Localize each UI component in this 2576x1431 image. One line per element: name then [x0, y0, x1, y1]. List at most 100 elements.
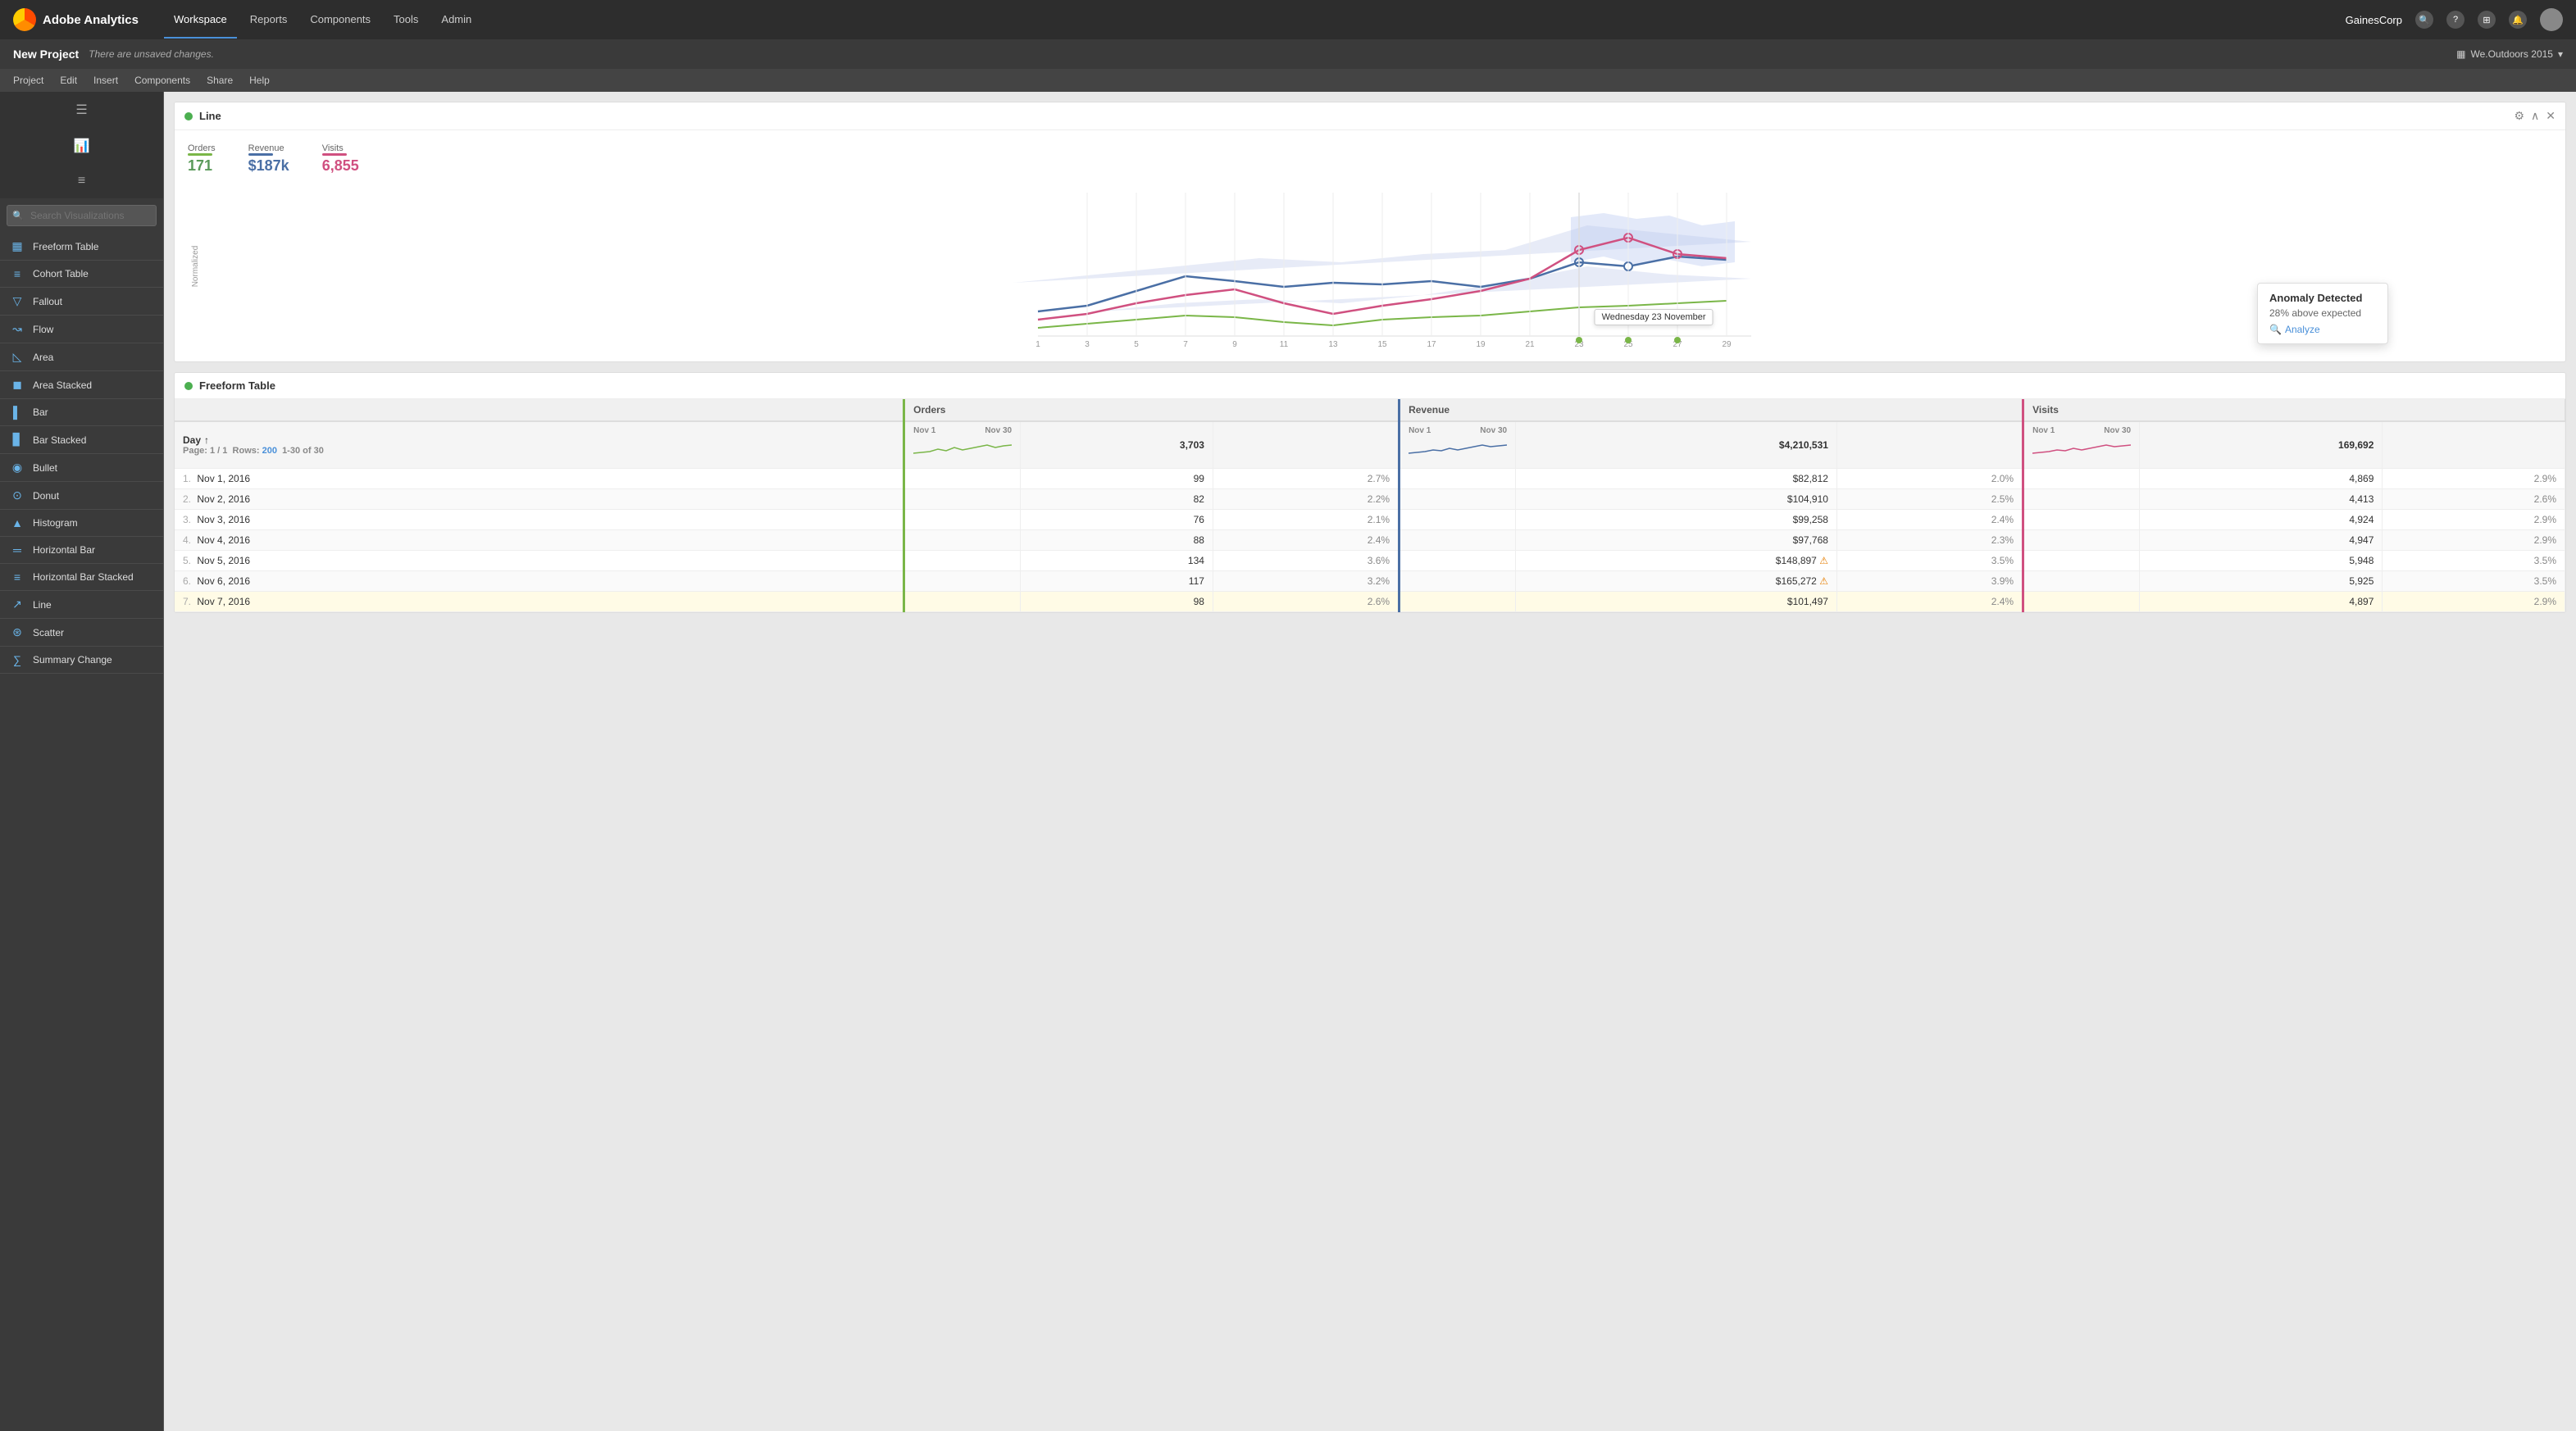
apps-icon[interactable]: ⊞: [2478, 11, 2496, 29]
revenue-sparkline-cell: [1400, 571, 1516, 592]
orders-total: 3,703: [1021, 421, 1213, 469]
project-bar-left: New Project There are unsaved changes.: [13, 48, 214, 61]
legend-visits-line: [322, 153, 347, 156]
legend-visits-label: Visits: [322, 143, 359, 153]
viz-summary-change[interactable]: ∑ Summary Change: [0, 647, 163, 674]
line-chart-title: Line: [199, 110, 221, 122]
day-value: Nov 2, 2016: [197, 493, 250, 505]
svg-text:13: 13: [1328, 340, 1338, 348]
table-row[interactable]: 3. Nov 3, 2016 76 2.1% $99,258 2.4% 4,92…: [175, 510, 2565, 530]
row-num: 7.: [183, 596, 191, 607]
day-value: Nov 6, 2016: [197, 575, 250, 587]
viz-histogram[interactable]: ▲ Histogram: [0, 510, 163, 537]
workspace-chevron[interactable]: ▾: [2558, 48, 2563, 60]
revenue-value: $99,258: [1516, 510, 1837, 530]
nav-workspace[interactable]: Workspace: [164, 2, 237, 39]
chart-legend: Orders 171 Revenue $187k Visits 6,855: [188, 143, 2552, 175]
visits-sparkline-total: Nov 1 Nov 30: [2023, 421, 2140, 469]
line-chart-settings[interactable]: ⚙: [2514, 109, 2524, 123]
day-value: Nov 3, 2016: [197, 514, 250, 525]
svg-text:3: 3: [1085, 340, 1090, 348]
line-chart-collapse[interactable]: ∧: [2531, 109, 2539, 123]
search-icon[interactable]: 🔍: [2415, 11, 2433, 29]
viz-list: ▦ Freeform Table ≡ Cohort Table ▽ Fallou…: [0, 233, 163, 674]
viz-horizontal-bar[interactable]: ═ Horizontal Bar: [0, 537, 163, 564]
legend-orders-line: [188, 153, 212, 156]
rows-link[interactable]: 200: [262, 446, 277, 456]
viz-cohort-table[interactable]: ≡ Cohort Table: [0, 261, 163, 288]
menu-project[interactable]: Project: [13, 75, 43, 86]
viz-donut[interactable]: ⊙ Donut: [0, 482, 163, 510]
visits-pct: 3.5%: [2383, 551, 2565, 571]
avatar[interactable]: [2540, 8, 2563, 31]
totals-row: Day ↑ Page: 1 / 1 Rows: 200 1-30 of 30: [175, 421, 2565, 469]
revenue-sparkline-cell: [1400, 530, 1516, 551]
viz-area-stacked[interactable]: ◼ Area Stacked: [0, 371, 163, 399]
orders-pct: 2.6%: [1213, 592, 1399, 612]
table-row[interactable]: 7. Nov 7, 2016 98 2.6% $101,497 2.4% 4,8…: [175, 592, 2565, 612]
day-cell: 5. Nov 5, 2016: [175, 551, 904, 571]
help-icon[interactable]: ?: [2446, 11, 2464, 29]
table-row[interactable]: 6. Nov 6, 2016 117 3.2% $165,272 ⚠ 3.9% …: [175, 571, 2565, 592]
viz-line[interactable]: ↗ Line: [0, 591, 163, 619]
orders-value: 134: [1021, 551, 1213, 571]
table-row[interactable]: 5. Nov 5, 2016 134 3.6% $148,897 ⚠ 3.5% …: [175, 551, 2565, 571]
table-row[interactable]: 2. Nov 2, 2016 82 2.2% $104,910 2.5% 4,4…: [175, 489, 2565, 510]
anomaly-analyze-link[interactable]: 🔍 Analyze: [2269, 324, 2376, 335]
anomaly-tooltip: Anomaly Detected 28% above expected 🔍 An…: [2257, 283, 2388, 344]
menu-share[interactable]: Share: [207, 75, 233, 86]
menu-help[interactable]: Help: [249, 75, 270, 86]
viz-scatter[interactable]: ⊛ Scatter: [0, 619, 163, 647]
bell-icon[interactable]: 🔔: [2509, 11, 2527, 29]
visits-value: 4,897: [2140, 592, 2383, 612]
sidebar-icon-panels[interactable]: ☰: [0, 92, 163, 128]
day-group-header: [175, 399, 904, 421]
nav-components[interactable]: Components: [300, 2, 380, 39]
viz-flow[interactable]: ↝ Flow: [0, 316, 163, 343]
visits-pct: 2.9%: [2383, 530, 2565, 551]
viz-fallout[interactable]: ▽ Fallout: [0, 288, 163, 316]
nav-reports[interactable]: Reports: [240, 2, 298, 39]
date-tooltip-text: Wednesday 23 November: [1602, 312, 1706, 322]
viz-horizontal-bar-stacked-label: Horizontal Bar Stacked: [33, 571, 134, 583]
revenue-group-header: Revenue: [1400, 399, 2023, 421]
viz-panel: ▦ Freeform Table ≡ Cohort Table ▽ Fallou…: [0, 198, 163, 1431]
freeform-table-panel: Freeform Table Orders Revenue: [174, 372, 2566, 613]
search-box[interactable]: [0, 198, 163, 233]
viz-freeform-table[interactable]: ▦ Freeform Table: [0, 233, 163, 261]
orders-sparkline-cell: [904, 469, 1021, 489]
svg-text:1: 1: [1035, 340, 1040, 348]
day-cell: 1. Nov 1, 2016: [175, 469, 904, 489]
nav-tools[interactable]: Tools: [384, 2, 428, 39]
menu-components[interactable]: Components: [134, 75, 190, 86]
menu-insert[interactable]: Insert: [93, 75, 118, 86]
freeform-table-header: Freeform Table: [175, 373, 2565, 399]
viz-area[interactable]: ◺ Area: [0, 343, 163, 371]
viz-flow-label: Flow: [33, 324, 53, 335]
revenue-sparkline-cell: [1400, 489, 1516, 510]
freeform-table-dot: [184, 382, 193, 390]
legend-revenue: Revenue $187k: [248, 143, 289, 175]
table-row[interactable]: 4. Nov 4, 2016 88 2.4% $97,768 2.3% 4,94…: [175, 530, 2565, 551]
table-row[interactable]: 1. Nov 1, 2016 99 2.7% $82,812 2.0% 4,86…: [175, 469, 2565, 489]
visits-total: 169,692: [2140, 421, 2383, 469]
viz-bar-stacked-label: Bar Stacked: [33, 434, 86, 446]
viz-bullet[interactable]: ◉ Bullet: [0, 454, 163, 482]
svg-text:19: 19: [1476, 340, 1486, 348]
bar-stacked-icon: ▊: [10, 433, 25, 447]
viz-bar-stacked[interactable]: ▊ Bar Stacked: [0, 426, 163, 454]
visits-value: 5,925: [2140, 571, 2383, 592]
viz-horizontal-bar-stacked[interactable]: ≡ Horizontal Bar Stacked: [0, 564, 163, 591]
legend-orders-label: Orders: [188, 143, 216, 153]
nav-admin[interactable]: Admin: [431, 2, 481, 39]
sidebar-icon-viz[interactable]: 📊: [0, 128, 163, 164]
viz-bar[interactable]: ▌ Bar: [0, 399, 163, 426]
menu-edit[interactable]: Edit: [60, 75, 77, 86]
sidebar-icon-components[interactable]: ≡: [0, 164, 163, 198]
line-chart-close[interactable]: ✕: [2546, 109, 2556, 123]
day-cell: 3. Nov 3, 2016: [175, 510, 904, 530]
search-visualizations-input[interactable]: [7, 205, 157, 226]
project-bar-right[interactable]: ▦ We.Outdoors 2015 ▾: [2456, 48, 2563, 60]
visits-pct: 2.9%: [2383, 592, 2565, 612]
histogram-icon: ▲: [10, 516, 25, 529]
